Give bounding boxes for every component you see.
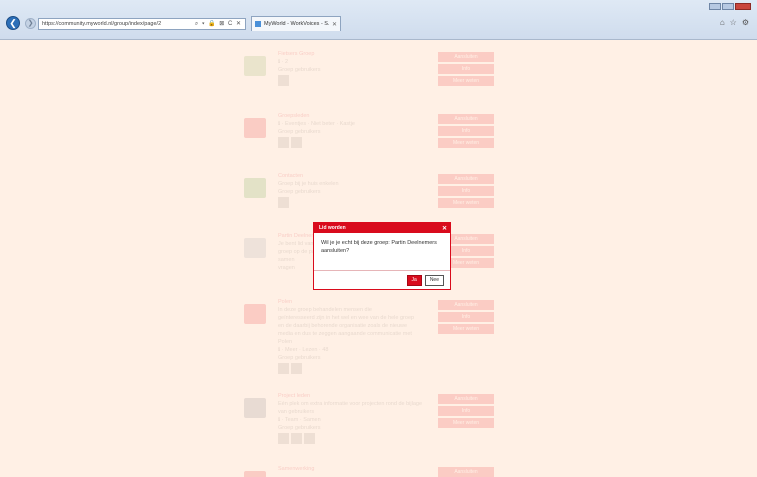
maximize-button[interactable] [722,3,734,10]
minimize-button[interactable] [709,3,721,10]
browser-chrome: ❮ ❯ https://community.myworld.nl/group/i… [0,0,757,40]
address-bar[interactable]: https://community.myworld.nl/group/index… [38,18,246,30]
tab-title: MyWorld - WorkVoices - S... [264,21,329,27]
window-close-button[interactable] [735,3,751,10]
back-arrow-icon: ❮ [9,18,17,28]
dialog-message: Wil je je echt bij deze groep: Partin De… [321,240,437,254]
dialog-close-icon[interactable]: ✕ [442,225,447,232]
settings-gear-icon[interactable]: ⚙ [742,18,749,27]
dialog-footer: Ja Nee [314,270,450,289]
forward-button[interactable]: ❯ [25,18,36,29]
dialog-title: Lid worden [319,225,346,231]
tab-myworld[interactable]: MyWorld - WorkVoices - S... ✕ [251,16,341,31]
yes-button[interactable]: Ja [406,274,422,286]
browser-right-tools: ⌂ ☆ ⚙ [720,18,749,27]
back-button[interactable]: ❮ [6,16,20,30]
address-tools-icons[interactable]: ⌕ ▾ 🔒 ⊠ C ✕ [195,20,242,28]
join-group-dialog: Lid worden ✕ Wil je je echt bij deze gro… [313,222,451,290]
dialog-header: Lid worden ✕ [314,223,450,233]
home-icon[interactable]: ⌂ [720,18,725,27]
forward-arrow-icon: ❯ [27,20,34,27]
favorites-star-icon[interactable]: ☆ [730,18,737,27]
favicon-icon [255,21,261,27]
url-text[interactable]: https://community.myworld.nl/group/index… [42,21,191,27]
window-controls [709,3,751,10]
tab-close-icon[interactable]: ✕ [332,21,337,28]
no-button[interactable]: Nee [424,274,444,286]
